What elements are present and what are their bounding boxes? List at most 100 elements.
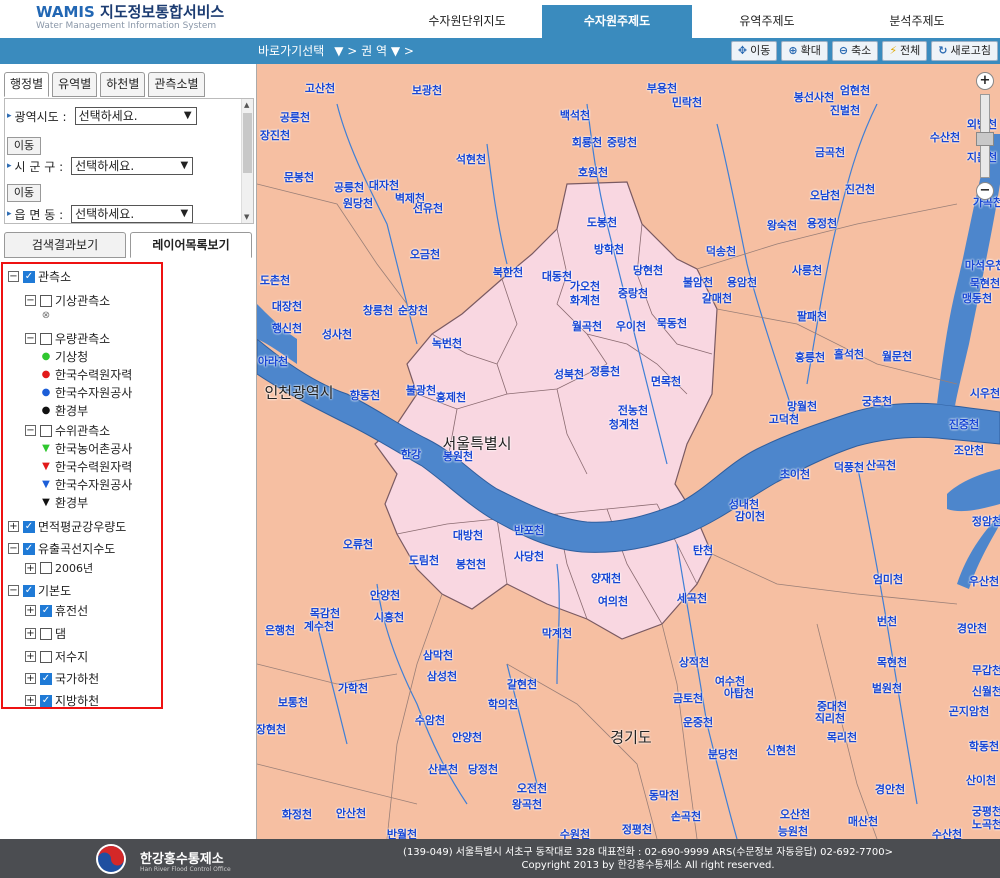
tab-search-results[interactable]: 검색결과보기 <box>4 232 126 258</box>
river-label: 오남천 <box>809 189 841 202</box>
river-label: 능원천 <box>777 825 809 838</box>
scroll-up-icon[interactable]: ▲ <box>244 101 249 109</box>
town-value: 선택하세요. <box>75 207 135 221</box>
district-select[interactable]: 선택하세요. ▼ <box>71 157 194 175</box>
expand-icon[interactable]: + <box>25 605 36 616</box>
river-label: 팔패천 <box>796 310 828 323</box>
tab-analysis-thematic-map[interactable]: 분석주제도 <box>842 5 992 38</box>
pan-button[interactable]: ✥ 이동 <box>730 41 778 61</box>
collapse-icon[interactable]: − <box>25 295 36 306</box>
collapse-icon[interactable]: − <box>25 333 36 344</box>
org-name-en: Han River Flood Control Office <box>140 866 231 873</box>
district-row: ▸ 시 군 구 : 선택하세요. ▼ <box>7 157 194 175</box>
river-label: 도봉천 <box>586 216 618 229</box>
layer-label: 기본도 <box>38 584 72 598</box>
collapse-icon[interactable]: − <box>25 425 36 436</box>
river-label: 곤지암천 <box>948 705 990 718</box>
province-select[interactable]: 선택하세요. ▼ <box>74 107 197 125</box>
district-value: 선택하세요. <box>75 159 135 173</box>
map-view[interactable]: 고산천보광천부용천민락천봉선사천엄현천진벌천공릉천백석천장진천회룡천중랑천외방천… <box>257 64 1000 839</box>
tab-water-thematic-map[interactable]: 수자원주제도 <box>542 5 692 38</box>
river-label: 석현천 <box>455 153 487 166</box>
expand-icon[interactable]: + <box>25 695 36 706</box>
expand-icon[interactable]: + <box>25 651 36 662</box>
layer-checkbox[interactable] <box>40 562 52 574</box>
tab-basin-thematic-map[interactable]: 유역주제도 <box>692 5 842 38</box>
legend-label: 한국수자원공사 <box>55 478 133 492</box>
river-label: 당정천 <box>467 763 499 776</box>
copyright-line: Copyright 2013 by 한강홍수통제소 All right rese… <box>521 860 775 871</box>
river-label: 도촌천 <box>259 274 291 287</box>
layer-label: 관측소 <box>38 270 72 284</box>
layer-checkbox[interactable]: ✓ <box>40 672 52 685</box>
layer-node-local-river: + ✓ 지방하천 <box>25 692 99 709</box>
river-label: 봉선사천 <box>793 91 835 104</box>
river-label: 중랑천 <box>617 287 649 300</box>
move-icon: ✥ <box>737 44 748 57</box>
collapse-icon[interactable]: − <box>8 585 19 596</box>
expand-icon[interactable]: + <box>8 521 19 532</box>
river-label: 분당천 <box>707 748 739 761</box>
zoom-in-button[interactable]: ⊕ 확대 <box>781 41 828 61</box>
layer-checkbox[interactable] <box>40 424 52 437</box>
river-label: 오전천 <box>516 782 548 795</box>
layer-checkbox[interactable]: ✓ <box>40 604 52 617</box>
arrow-bullet-icon: ▸ <box>7 161 12 171</box>
town-select[interactable]: 선택하세요. ▼ <box>71 205 194 223</box>
tab-station[interactable]: 관측소별 <box>148 72 205 97</box>
filter-scrollbar[interactable]: ▲ ▼ <box>241 99 253 223</box>
river-label: 사당천 <box>513 550 545 563</box>
legend-label: 한국수력원자력 <box>55 460 133 474</box>
river-label: 정평천 <box>621 823 653 836</box>
river-label: 막계천 <box>541 627 573 640</box>
river-label: 엄미천 <box>872 573 904 586</box>
scroll-down-icon[interactable]: ▼ <box>244 213 249 221</box>
zoom-slider-thumb[interactable] <box>976 132 994 146</box>
region-select[interactable]: ▼ > 권 역 ▼ > <box>334 42 414 59</box>
map-zoom-in-icon[interactable]: + <box>976 72 994 90</box>
river-label: 안양천 <box>451 731 483 744</box>
full-extent-button[interactable]: ⚡ 전체 <box>882 41 928 61</box>
river-label: 진건천 <box>844 183 876 196</box>
logo-title[interactable]: WAMIS 지도정보통합서비스 <box>36 1 224 22</box>
river-label: 방학천 <box>593 243 625 256</box>
river-label: 성북천 <box>553 368 585 381</box>
scroll-thumb[interactable] <box>243 113 252 173</box>
map-zoom-out-icon[interactable]: − <box>976 182 994 200</box>
expand-icon[interactable]: + <box>25 628 36 639</box>
collapse-icon[interactable]: − <box>8 543 19 554</box>
layer-checkbox[interactable]: ✓ <box>40 694 52 707</box>
layer-checkbox[interactable] <box>40 650 52 663</box>
address-line: (139-049) 서울특별시 서초구 동작대로 328 대표전화 : 02-6… <box>403 847 893 858</box>
collapse-icon[interactable]: − <box>8 271 19 282</box>
layer-checkbox[interactable]: ✓ <box>23 520 35 533</box>
zoom-out-button[interactable]: ⊖ 축소 <box>831 41 879 61</box>
map-tools: ✥ 이동 ⊕ 확대 ⊖ 축소 ⚡ 전체 ↻ 새로고침 <box>730 41 998 61</box>
refresh-icon: ↻ <box>938 44 948 57</box>
river-label: 수산천 <box>929 131 961 144</box>
river-label: 불암천 <box>682 276 714 289</box>
move-button[interactable]: 이동 <box>7 184 41 202</box>
tab-basin[interactable]: 유역별 <box>52 72 98 97</box>
expand-icon[interactable]: + <box>25 562 36 574</box>
tab-layer-list[interactable]: 레이어목록보기 <box>130 232 252 258</box>
tab-river[interactable]: 하천별 <box>100 72 146 97</box>
refresh-button[interactable]: ↻ 새로고침 <box>931 41 998 61</box>
river-label: 청계천 <box>608 418 640 431</box>
tab-water-unit-map[interactable]: 수자원단위지도 <box>392 5 542 38</box>
layer-checkbox[interactable]: ✓ <box>23 270 35 283</box>
layer-checkbox[interactable] <box>40 627 52 640</box>
river-label: 세곡천 <box>676 592 708 605</box>
layer-checkbox[interactable]: ✓ <box>23 542 35 555</box>
tab-administrative[interactable]: 행정별 <box>4 72 50 97</box>
river-label: 학동천 <box>968 740 1000 753</box>
move-button[interactable]: 이동 <box>7 137 41 155</box>
layer-checkbox[interactable]: ✓ <box>23 584 35 597</box>
expand-icon[interactable]: + <box>25 673 36 684</box>
legend-label: 기상청 <box>55 350 89 364</box>
layer-checkbox[interactable] <box>40 332 52 345</box>
river-label: 월곡천 <box>571 320 603 333</box>
layer-checkbox[interactable] <box>40 294 52 307</box>
layer-node-national-river: + ✓ 국가하천 <box>25 670 99 687</box>
shortcut-select[interactable]: 바로가기선택 <box>258 42 324 59</box>
